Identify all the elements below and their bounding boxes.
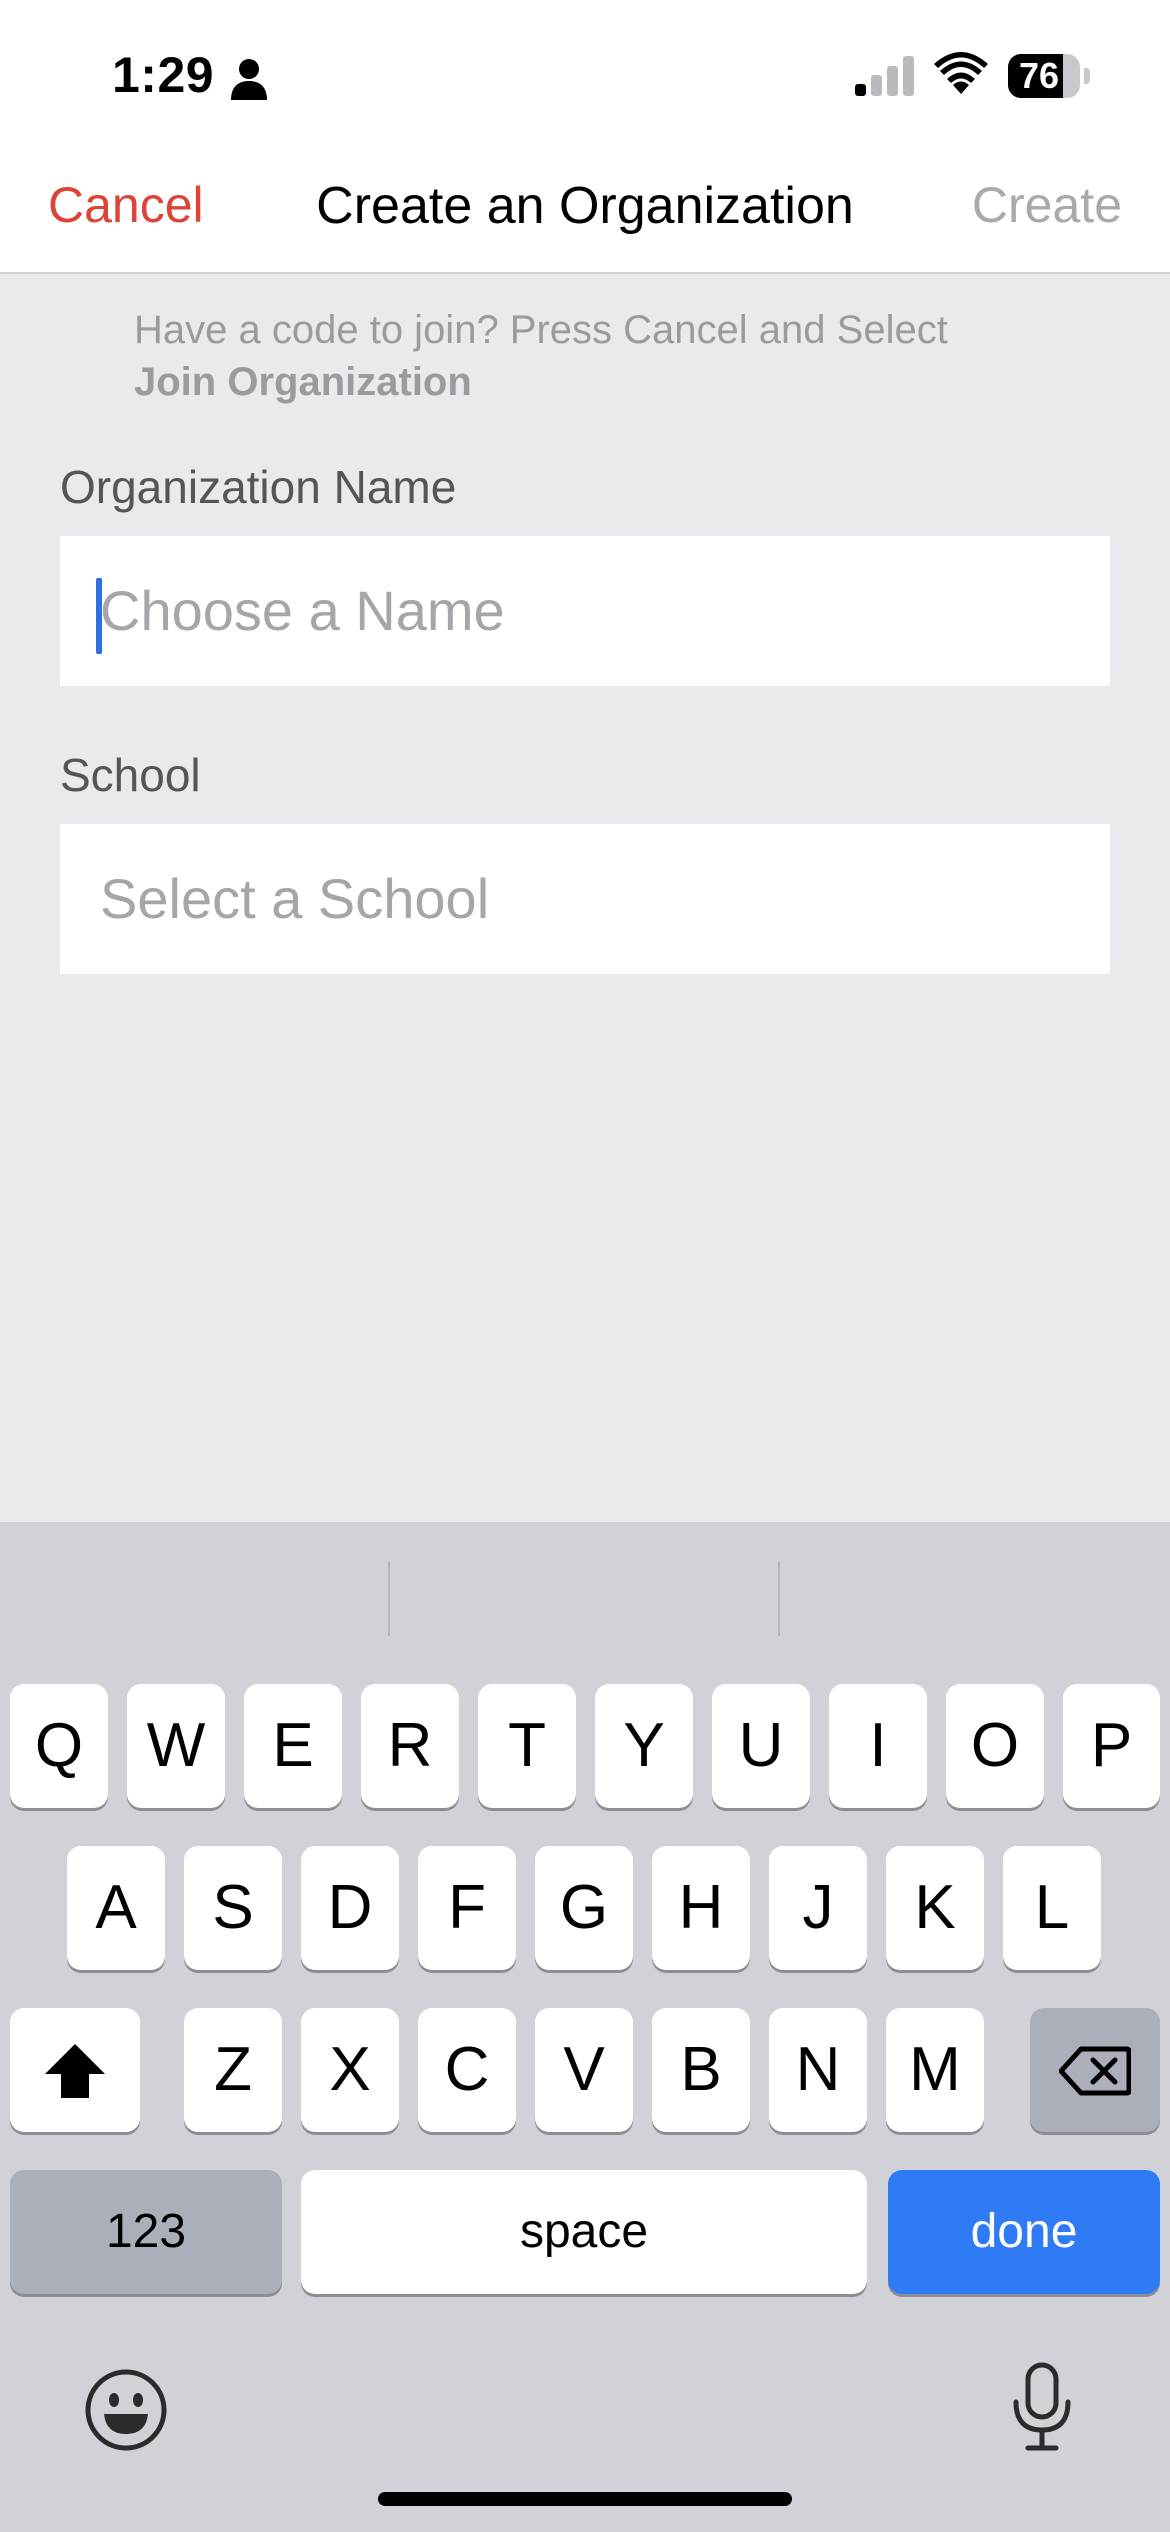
key-q[interactable]: Q <box>10 1684 108 1808</box>
key-p[interactable]: P <box>1063 1684 1160 1808</box>
battery-level: 76 <box>1018 55 1060 96</box>
key-d[interactable]: D <box>301 1846 399 1970</box>
key-x[interactable]: X <box>301 2008 399 2132</box>
key-y[interactable]: Y <box>595 1684 693 1808</box>
key-f[interactable]: F <box>418 1846 516 1970</box>
battery-indicator: 76 <box>1008 54 1080 98</box>
space-key[interactable]: space <box>301 2170 867 2294</box>
key-i[interactable]: I <box>829 1684 927 1808</box>
numbers-key[interactable]: 123 <box>10 2170 282 2294</box>
wifi-icon <box>934 52 988 94</box>
school-label: School <box>60 749 201 801</box>
keyboard: Q W E R T Y U I O P A S D F G H J K L Z … <box>0 1522 1170 2532</box>
shift-icon <box>45 2044 105 2098</box>
suggestion-divider <box>388 1562 390 1636</box>
cancel-button[interactable]: Cancel <box>48 176 204 234</box>
key-w[interactable]: W <box>127 1684 225 1808</box>
emoji-icon[interactable] <box>84 2368 168 2452</box>
key-u[interactable]: U <box>712 1684 810 1808</box>
key-g[interactable]: G <box>535 1846 633 1970</box>
key-s[interactable]: S <box>184 1846 282 1970</box>
done-key[interactable]: done <box>888 2170 1160 2294</box>
microphone-icon[interactable] <box>1010 2362 1074 2452</box>
join-hint: Have a code to join? Press Cancel and Se… <box>134 304 1084 408</box>
key-e[interactable]: E <box>244 1684 342 1808</box>
person-icon <box>231 59 267 100</box>
key-o[interactable]: O <box>946 1684 1044 1808</box>
org-name-input[interactable]: Choose a Name <box>60 536 1110 686</box>
home-indicator[interactable] <box>378 2492 792 2506</box>
suggestion-divider <box>778 1562 780 1636</box>
cellular-signal-icon <box>855 56 914 96</box>
key-r[interactable]: R <box>361 1684 459 1808</box>
key-l[interactable]: L <box>1003 1846 1101 1970</box>
delete-key[interactable] <box>1030 2008 1160 2132</box>
key-z[interactable]: Z <box>184 2008 282 2132</box>
battery-nub <box>1084 68 1090 84</box>
backspace-icon <box>1059 2046 1131 2096</box>
org-name-placeholder: Choose a Name <box>100 579 505 642</box>
status-time: 1:29 <box>112 47 215 103</box>
key-a[interactable]: A <box>67 1846 165 1970</box>
top-bar: 1:29 76 Create an Organization Cancel Cr… <box>0 0 1170 274</box>
shift-key[interactable] <box>10 2008 140 2132</box>
school-placeholder: Select a School <box>100 867 490 930</box>
key-b[interactable]: B <box>652 2008 750 2132</box>
key-v[interactable]: V <box>535 2008 633 2132</box>
school-select[interactable]: Select a School <box>60 824 1110 974</box>
key-m[interactable]: M <box>886 2008 984 2132</box>
create-button[interactable]: Create <box>972 176 1122 234</box>
join-hint-text: Have a code to join? Press Cancel and Se… <box>134 308 948 352</box>
key-c[interactable]: C <box>418 2008 516 2132</box>
key-k[interactable]: K <box>886 1846 984 1970</box>
key-n[interactable]: N <box>769 2008 867 2132</box>
join-hint-emphasis: Join Organization <box>134 360 472 404</box>
key-h[interactable]: H <box>652 1846 750 1970</box>
key-t[interactable]: T <box>478 1684 576 1808</box>
org-name-label: Organization Name <box>60 461 457 513</box>
key-j[interactable]: J <box>769 1846 867 1970</box>
